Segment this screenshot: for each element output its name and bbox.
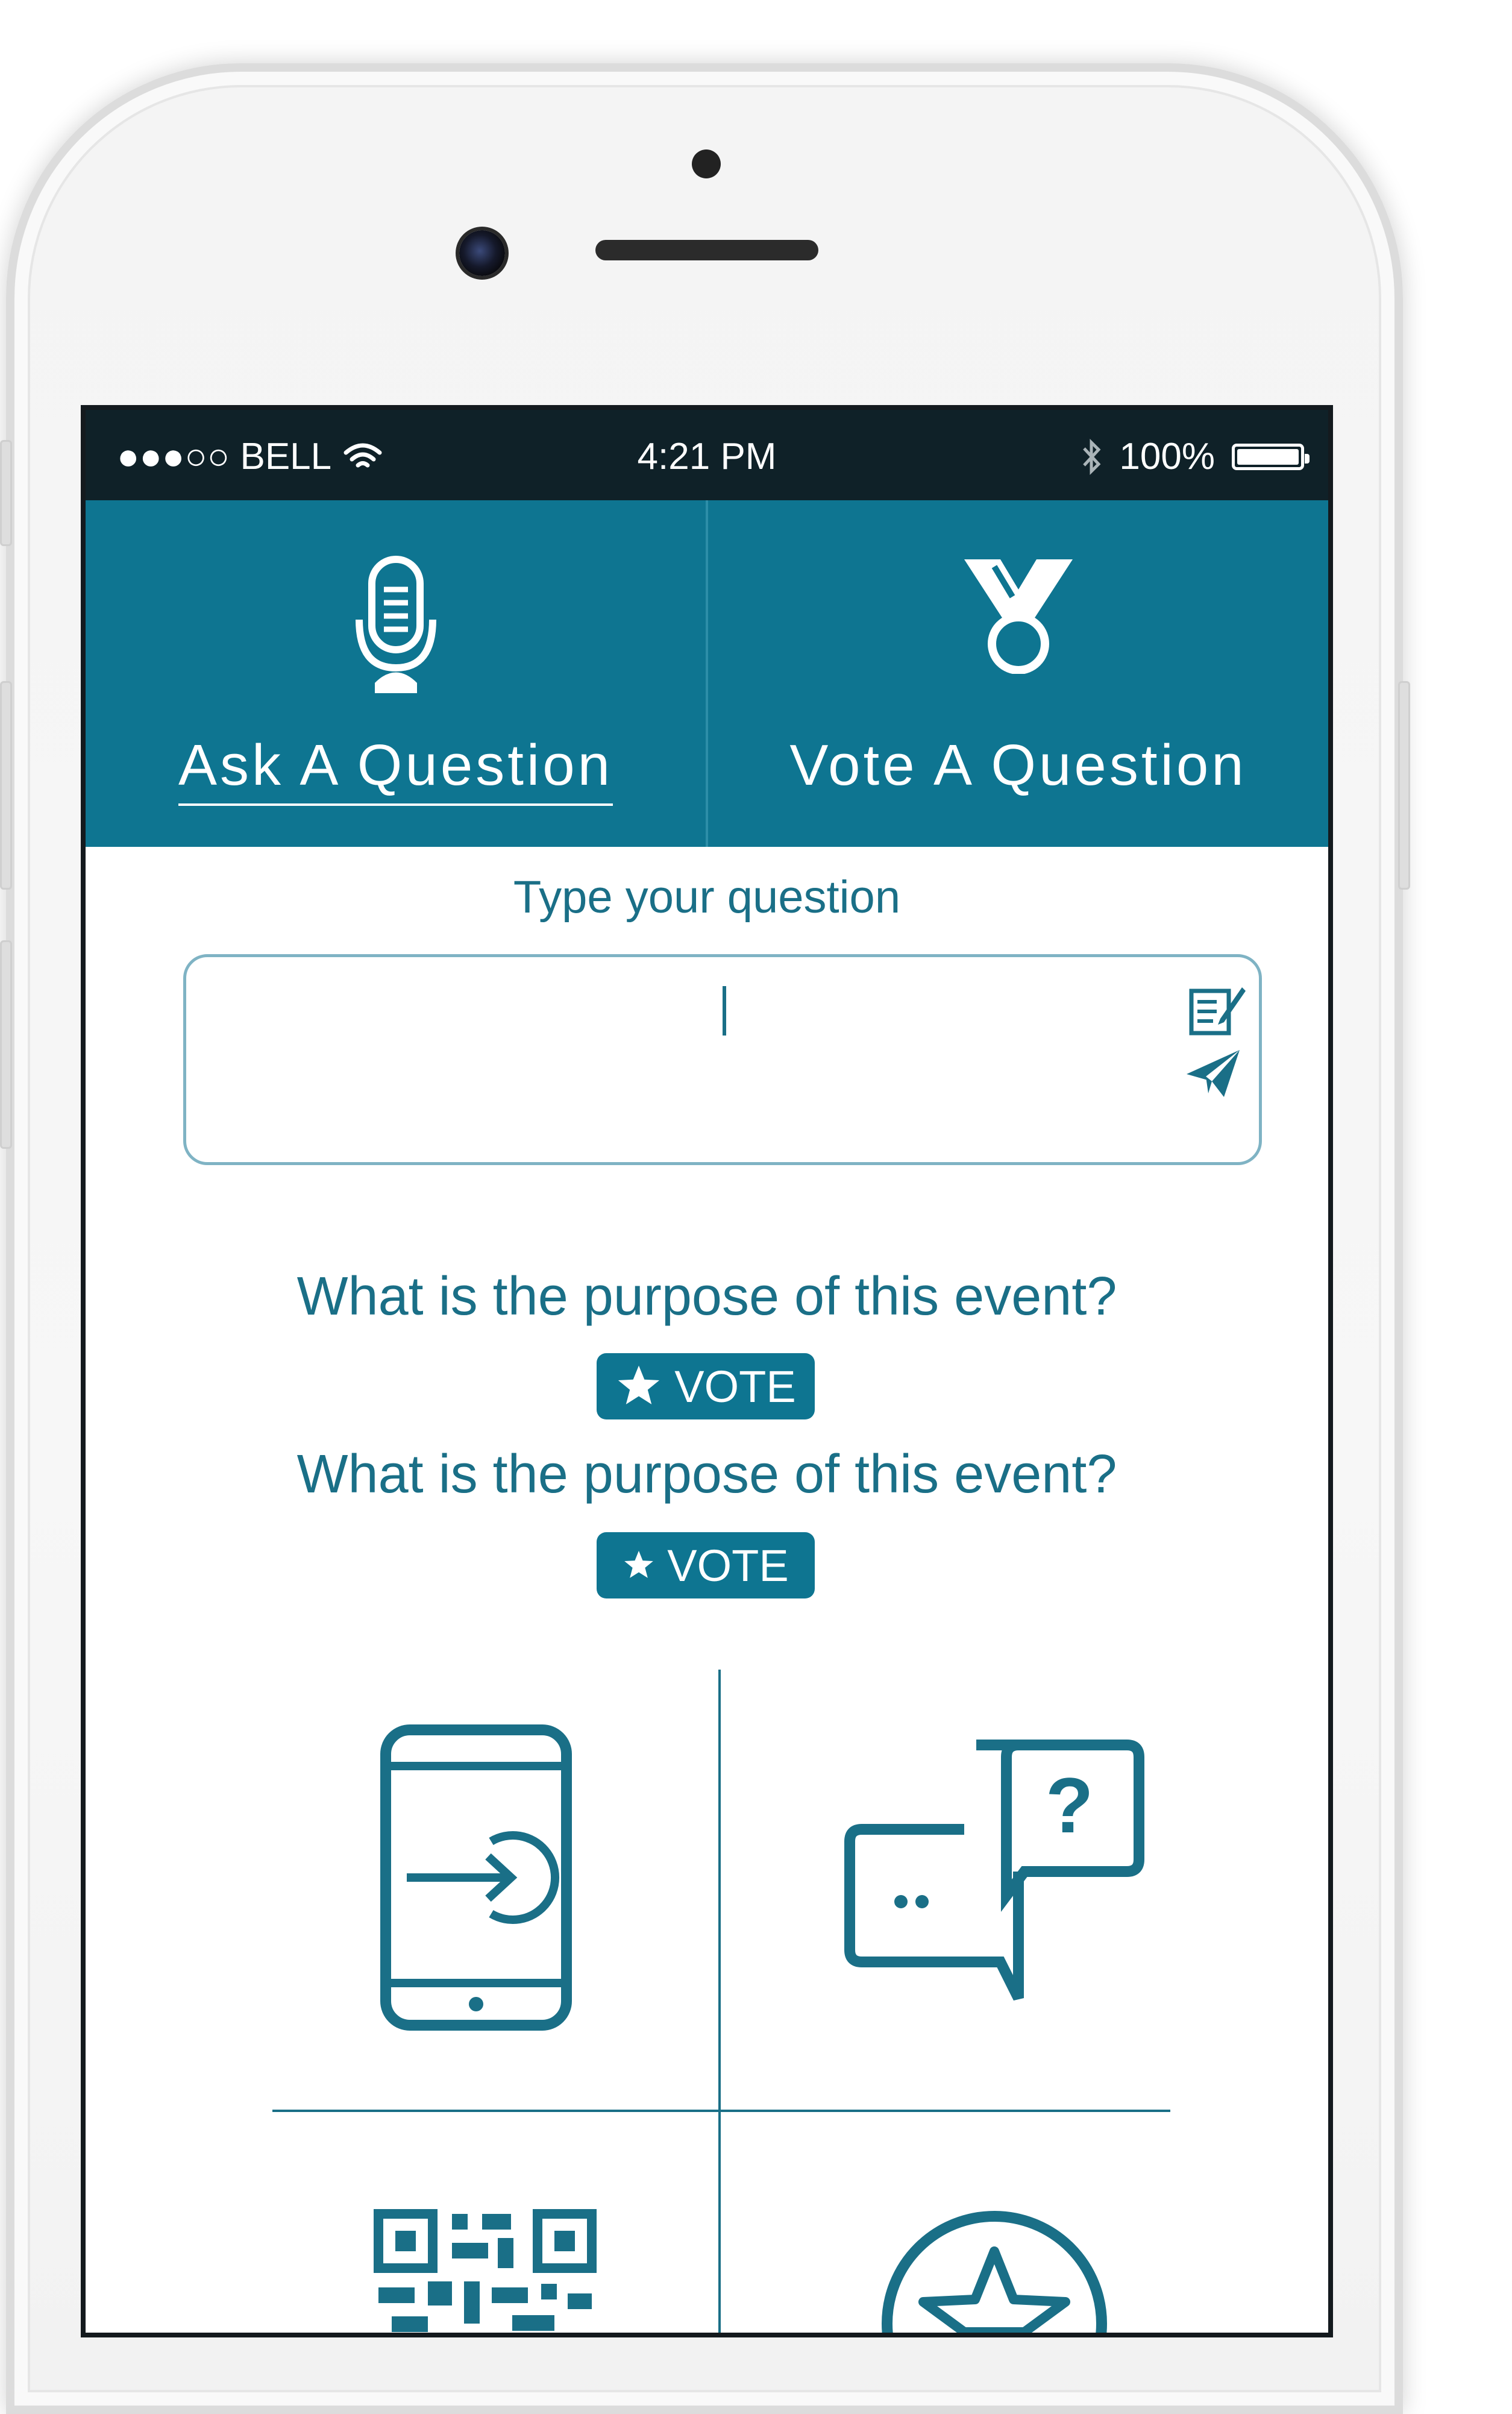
status-bar: ●●●○○ BELL 4:21 PM 100% [86, 410, 1328, 500]
vote-button[interactable]: VOTE [597, 1353, 815, 1419]
send-icon[interactable] [1184, 1048, 1242, 1099]
medal-icon [964, 559, 1073, 674]
earpiece-speaker [595, 240, 818, 260]
question-prompt: Type your question [513, 872, 901, 923]
chat-question-icon[interactable]: ? [844, 1733, 1145, 2010]
front-camera [459, 230, 505, 276]
vote-button-label: VOTE [674, 1361, 796, 1412]
grid-divider-vertical [718, 1670, 721, 2333]
tab-ask-question[interactable]: Ask A Question [86, 500, 706, 847]
tab-bar: Ask A Question Vote A Question [86, 500, 1328, 847]
star-icon [624, 1550, 654, 1578]
bluetooth-icon [1083, 438, 1101, 475]
question-input[interactable] [183, 954, 1262, 1165]
tab-ask-question-label: Ask A Question [86, 732, 706, 806]
svg-text:?: ? [1046, 1761, 1093, 1849]
side-button-mute [0, 440, 12, 546]
microphone-icon [355, 556, 436, 693]
proximity-sensor [692, 149, 721, 178]
side-button-volume-down [0, 940, 12, 1149]
status-right-group: 100% [1081, 435, 1310, 478]
text-caret [723, 986, 726, 1036]
vote-button-label: VOTE [667, 1540, 789, 1591]
question-item-text: What is the purpose of this event? [296, 1266, 1117, 1327]
battery-percent: 100% [1119, 436, 1215, 477]
star-icon [618, 1365, 660, 1404]
phone-login-icon[interactable] [380, 1724, 572, 2031]
grid-divider-horizontal [272, 2110, 1170, 2112]
question-item-text: What is the purpose of this event? [296, 1444, 1117, 1504]
tab-vote-question[interactable]: Vote A Question [706, 500, 1328, 847]
tab-vote-question-label: Vote A Question [789, 733, 1247, 797]
app-screen: ●●●○○ BELL 4:21 PM 100% Ask A Question V… [86, 410, 1328, 2333]
qr-code-icon[interactable] [374, 2209, 597, 2333]
battery-icon [1232, 443, 1310, 470]
side-button-volume-up [0, 681, 12, 890]
star-badge-icon[interactable] [880, 2203, 1109, 2333]
side-button-power [1398, 681, 1410, 890]
edit-note-icon[interactable] [1187, 982, 1247, 1037]
vote-button[interactable]: VOTE [597, 1532, 815, 1598]
